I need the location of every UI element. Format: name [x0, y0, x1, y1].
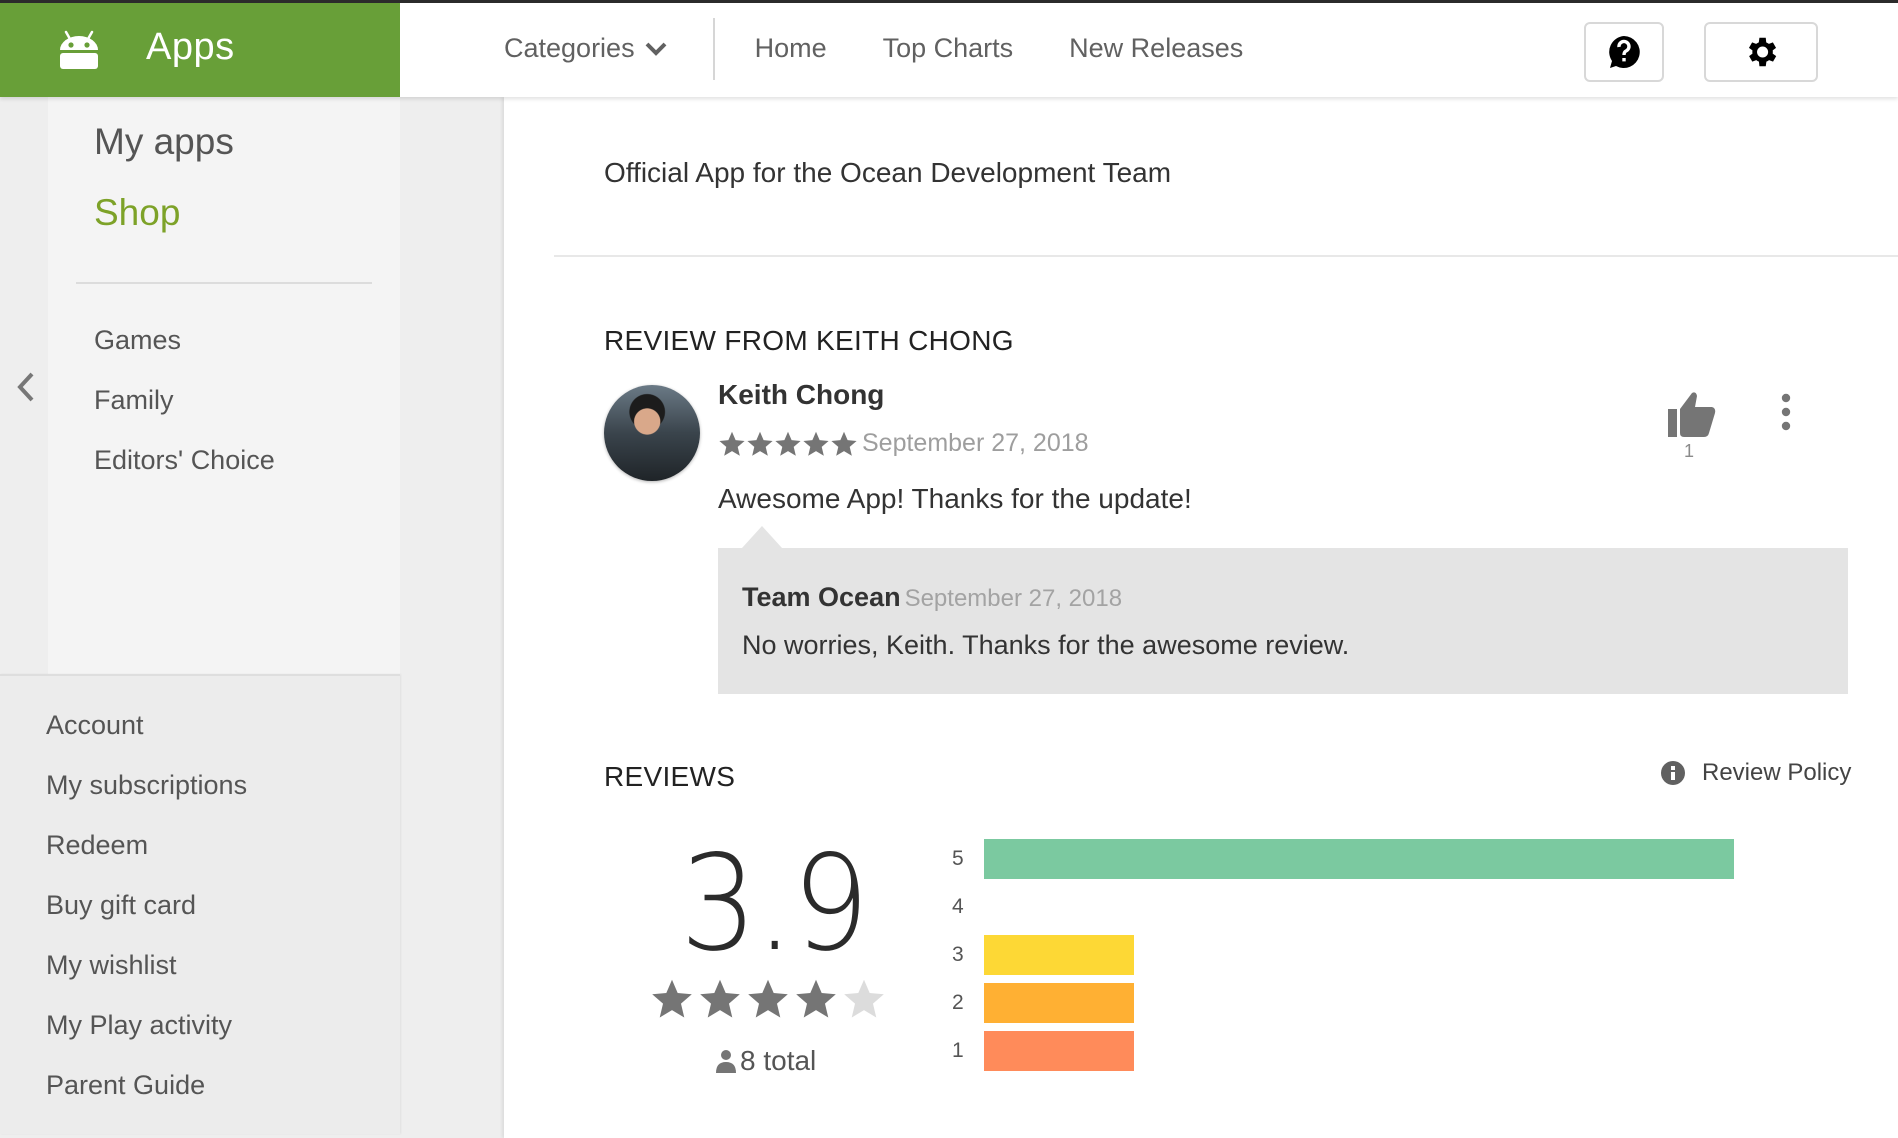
thumbs-up-icon[interactable] — [1668, 391, 1716, 437]
android-icon — [60, 30, 98, 69]
sidebar-item-editors-choice[interactable]: Editors' Choice — [94, 445, 275, 476]
review-rating: September 27, 2018 — [718, 429, 1089, 458]
histogram-label-5: 5 — [952, 847, 964, 870]
settings-button[interactable] — [1704, 22, 1818, 82]
chevron-down-icon — [645, 42, 666, 56]
window-top-edge — [0, 0, 1898, 3]
review-text: Awesome App! Thanks for the update! — [718, 483, 1192, 514]
reviewer-name: Keith Chong — [718, 379, 885, 410]
categories-dropdown[interactable]: Categories — [504, 33, 667, 64]
reply-pointer — [742, 526, 782, 548]
star-filled-icon — [747, 431, 773, 456]
total-ratings-label: 8 total — [740, 1045, 817, 1076]
histogram-bar-5 — [984, 839, 1734, 879]
top-nav: Categories Home Top Charts New Releases — [504, 0, 1299, 97]
review-date: September 27, 2018 — [862, 429, 1089, 457]
reply-header: Team Ocean September 27, 2018 — [742, 582, 1122, 613]
sidebar-item-games[interactable]: Games — [94, 325, 181, 356]
reply-text: No worries, Keith. Thanks for the awesom… — [742, 630, 1350, 660]
review-policy-label: Review Policy — [1702, 759, 1852, 786]
review-policy-link[interactable]: Review Policy — [1660, 759, 1851, 787]
nav-divider — [712, 17, 715, 80]
star-filled-icon — [748, 979, 788, 1018]
histogram-bar-2 — [984, 983, 1134, 1023]
featured-review-title: REVIEW FROM KEITH CHONG — [604, 325, 1014, 356]
collapse-sidebar-chevron-icon[interactable] — [14, 370, 36, 404]
histogram-label-3: 3 — [952, 943, 964, 966]
average-rating-stars — [650, 977, 890, 1021]
help-button[interactable] — [1584, 22, 1664, 82]
nav-new-releases[interactable]: New Releases — [1069, 33, 1243, 64]
reviews-title: REVIEWS — [604, 761, 736, 792]
sidebar-item-redeem[interactable]: Redeem — [46, 830, 148, 861]
info-icon — [1661, 761, 1685, 785]
brand-title: Apps — [146, 26, 235, 68]
histogram-label-4: 4 — [952, 895, 964, 918]
app-description: Official App for the Ocean Development T… — [604, 157, 1172, 188]
star-filled-icon — [652, 979, 692, 1018]
more-options-icon[interactable] — [1780, 393, 1792, 431]
star-filled-icon — [719, 431, 745, 456]
sidebar-item-my-play-activity[interactable]: My Play activity — [46, 1010, 232, 1041]
star-filled-icon — [831, 431, 857, 456]
star-empty-icon — [844, 979, 884, 1018]
developer-reply: Team Ocean September 27, 2018 No worries,… — [718, 548, 1848, 694]
section-divider — [554, 255, 1898, 257]
sidebar-item-my-apps[interactable]: My apps — [94, 121, 234, 163]
star-filled-icon — [803, 431, 829, 456]
histogram-bar-1 — [984, 1031, 1134, 1071]
average-rating: 3.9 — [680, 827, 869, 981]
sidebar-item-parent-guide[interactable]: Parent Guide — [46, 1070, 205, 1101]
nav-top-charts[interactable]: Top Charts — [883, 33, 1014, 64]
histogram-label-1: 1 — [952, 1039, 964, 1062]
histogram-label-2: 2 — [952, 991, 964, 1014]
sidebar-item-my-wishlist[interactable]: My wishlist — [46, 950, 177, 981]
histogram-bar-3 — [984, 935, 1134, 975]
sidebar-item-my-subscriptions[interactable]: My subscriptions — [46, 770, 247, 801]
app-header: Apps Categories Home Top Charts New Rele… — [0, 0, 1898, 97]
sidebar-divider — [76, 282, 372, 284]
categories-label: Categories — [504, 33, 635, 63]
gear-icon — [1748, 37, 1777, 67]
help-bubble-icon — [1609, 36, 1640, 68]
reviewer-avatar — [604, 385, 700, 481]
total-ratings: 8 total — [716, 1045, 816, 1077]
star-filled-icon — [775, 431, 801, 456]
star-filled-icon — [796, 979, 836, 1018]
person-icon — [716, 1050, 736, 1073]
sidebar-account: Account My subscriptions Redeem Buy gift… — [0, 674, 400, 1134]
helpful-count: 1 — [1684, 441, 1695, 461]
sidebar-item-shop[interactable]: Shop — [94, 192, 180, 234]
reply-date: September 27, 2018 — [904, 585, 1123, 612]
sidebar-primary: My apps Shop Games Family Editors' Choic… — [48, 97, 400, 674]
star-filled-icon — [700, 979, 740, 1018]
reply-author: Team Ocean — [742, 582, 901, 612]
nav-home[interactable]: Home — [755, 33, 827, 64]
sidebar-item-buy-gift-card[interactable]: Buy gift card — [46, 890, 196, 921]
brand-block[interactable]: Apps — [0, 0, 400, 97]
sidebar-item-family[interactable]: Family — [94, 385, 174, 416]
app-detail-card: Official App for the Ocean Development T… — [504, 97, 1898, 1138]
sidebar-item-account[interactable]: Account — [46, 710, 144, 741]
